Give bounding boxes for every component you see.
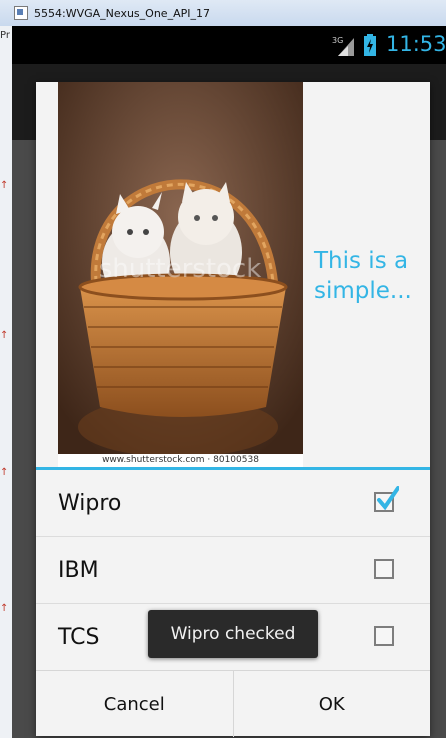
dialog-icon-image: shutterstock www.shutterstock.com · 8010… — [58, 82, 303, 467]
option-label: Wipro — [58, 490, 122, 516]
host-error-marker: ↑ — [0, 603, 9, 614]
option-ibm[interactable]: IBM — [36, 537, 430, 604]
signal-3g-icon: 3G — [332, 36, 354, 56]
dialog-header: shutterstock www.shutterstock.com · 8010… — [36, 82, 430, 468]
kittens-in-basket-photo: shutterstock — [58, 82, 303, 467]
emulator-screen: 3G 11:53 shutterstock www.shutterstock.c… — [12, 26, 446, 738]
option-label: IBM — [58, 557, 99, 583]
emulator-window-titlebar: 5554:WVGA_Nexus_One_API_17 — [0, 0, 446, 27]
window-app-icon — [14, 6, 28, 20]
watermark-text: shutterstock — [99, 254, 262, 284]
checkbox-unchecked[interactable] — [374, 559, 394, 579]
image-caption: www.shutterstock.com · 80100538 — [58, 454, 303, 467]
dialog-button-bar: Cancel OK — [36, 670, 430, 737]
cancel-button[interactable]: Cancel — [36, 671, 233, 737]
toast-message: Wipro checked — [148, 610, 318, 658]
status-clock: 11:53 — [386, 32, 446, 56]
host-error-marker: ↑ — [0, 467, 9, 478]
host-error-marker: ↑ — [0, 330, 9, 341]
svg-text:3G: 3G — [332, 36, 343, 45]
dialog-title: This is a simple... — [314, 248, 412, 304]
status-bar: 3G 11:53 — [12, 26, 446, 64]
host-error-marker: ↑ — [0, 180, 9, 191]
battery-charging-icon — [364, 34, 376, 56]
window-title: 5554:WVGA_Nexus_One_API_17 — [34, 6, 210, 20]
ok-button[interactable]: OK — [232, 671, 431, 737]
checkbox-checked[interactable] — [374, 486, 399, 512]
option-label: TCS — [58, 624, 100, 650]
option-wipro[interactable]: Wipro — [36, 470, 430, 537]
checkmark-icon — [377, 486, 399, 510]
checkbox-unchecked[interactable] — [374, 626, 394, 646]
host-partial-text: Pr — [0, 30, 10, 41]
